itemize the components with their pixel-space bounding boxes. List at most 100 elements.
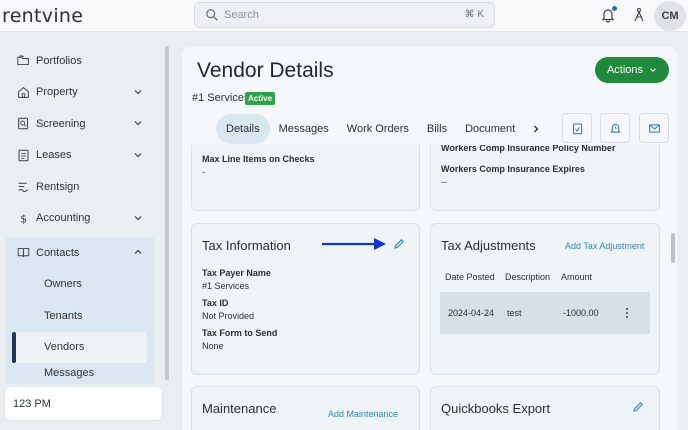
reminder-button[interactable]	[600, 113, 630, 143]
accessibility-icon[interactable]	[631, 7, 647, 23]
tax-adjustments-card: Tax Adjustments Add Tax Adjustment Date …	[430, 223, 660, 375]
add-maintenance-link[interactable]: Add Maintenance	[328, 409, 398, 419]
app-logo[interactable]: rentvine	[2, 5, 83, 27]
sidebar-item-label: Property	[36, 86, 78, 99]
sidebar-item-label: Rentsign	[36, 180, 80, 193]
add-tax-adjustment-link[interactable]: Add Tax Adjustment	[565, 241, 644, 251]
edit-pencil-icon[interactable]	[632, 401, 644, 413]
contacts-group: Contacts Owners Tenants Vendors Messages	[5, 237, 155, 384]
vendor-name: #1 Services	[192, 92, 250, 104]
task-button[interactable]	[562, 113, 592, 143]
house-icon	[18, 86, 29, 98]
search-box[interactable]: Search ⌘ K	[194, 2, 495, 28]
sidebar-item-label: Accounting	[36, 212, 91, 225]
cell-amount: -1000.00	[563, 308, 599, 318]
sidebar-scrollbar[interactable]	[165, 46, 169, 380]
sidebar-subitem-messages[interactable]: Messages	[5, 363, 155, 379]
envelope-icon	[648, 123, 660, 133]
top-bar: rentvine Search ⌘ K CM	[0, 0, 688, 32]
sidebar-item-screening[interactable]: Screening	[5, 108, 155, 140]
signature-icon	[18, 183, 28, 193]
field-label: Max Line Items on Checks	[202, 154, 315, 164]
screening-icon	[18, 117, 29, 130]
more-vertical-icon[interactable]	[623, 307, 631, 319]
column-header: Description	[505, 272, 551, 282]
tab-bar: Details Messages Work Orders Bills Docum…	[216, 114, 524, 144]
book-icon	[17, 248, 30, 258]
tab-documents[interactable]: Document	[456, 114, 524, 144]
cell-description: test	[507, 308, 522, 318]
cell-date: 2024-04-24	[448, 308, 495, 318]
sidebar-footer-box: 123 PM	[5, 387, 162, 420]
field-value: Not Provided	[202, 311, 255, 321]
sidebar-item-accounting[interactable]: $ Accounting	[5, 203, 155, 235]
chevron-right-icon[interactable]	[531, 124, 541, 134]
field-value: None	[202, 341, 224, 351]
tax-adjustments-table: Date Posted Description Amount 2024-04-2…	[440, 272, 650, 334]
annotation-arrow-icon	[322, 238, 386, 250]
search-shortcut: ⌘ K	[464, 9, 484, 20]
sidebar-item-portfolios[interactable]: Portfolios	[5, 45, 155, 77]
sidebar-item-leases[interactable]: Leases	[5, 140, 155, 172]
avatar[interactable]: CM	[654, 1, 686, 31]
actions-label: Actions	[606, 64, 644, 76]
email-button[interactable]	[639, 113, 669, 143]
document-icon	[18, 149, 29, 162]
field-label: Workers Comp Insurance Policy Number	[441, 145, 616, 153]
edit-pencil-icon[interactable]	[393, 238, 405, 250]
field-value: #1 Services	[202, 281, 250, 291]
chevron-down-icon	[134, 121, 142, 126]
sidebar-subitem-tenants[interactable]: Tenants	[5, 300, 155, 332]
search-placeholder: Search	[224, 9, 259, 21]
insurance-card: Workers Comp Insurance Policy Number Wor…	[430, 145, 660, 211]
main-scrollbar[interactable]	[671, 233, 675, 263]
tab-bills[interactable]: Bills	[418, 114, 456, 144]
clipboard-check-icon	[572, 123, 582, 134]
sidebar-subitem-vendors[interactable]: Vendors	[12, 331, 147, 363]
card-title: Quickbooks Export	[441, 401, 551, 416]
sidebar-item-label: Leases	[36, 149, 72, 162]
field-value: --	[441, 177, 447, 187]
page-title: Vendor Details	[197, 59, 334, 82]
table-row[interactable]: 2024-04-24 test -1000.00	[440, 292, 650, 334]
card-title: Tax Information	[202, 238, 291, 253]
sidebar-item-property[interactable]: Property	[5, 77, 155, 109]
tax-information-card: Tax Information Tax Payer Name #1 Servic…	[191, 223, 420, 375]
main-panel: Vendor Details #1 Services Active Action…	[182, 47, 677, 430]
chevron-down-icon	[134, 152, 142, 157]
search-icon	[206, 9, 218, 21]
sidebar-item-contacts[interactable]: Contacts	[5, 237, 155, 269]
field-label: Workers Comp Insurance Expires	[441, 164, 585, 174]
card-title: Tax Adjustments	[441, 238, 536, 253]
general-info-card: Max Line Items on Checks -	[191, 145, 420, 211]
tab-details[interactable]: Details	[216, 114, 270, 144]
quickbooks-export-card: Quickbooks Export	[430, 386, 660, 430]
field-label: Tax Payer Name	[202, 268, 271, 278]
card-title: Maintenance	[202, 401, 277, 416]
tab-messages[interactable]: Messages	[270, 114, 338, 144]
column-header: Date Posted	[445, 272, 495, 282]
table-header: Date Posted Description Amount	[440, 272, 650, 286]
sidebar-item-rentsign[interactable]: Rentsign	[5, 171, 155, 203]
chevron-down-icon	[134, 215, 142, 220]
notification-dot	[612, 6, 617, 11]
bell-clock-icon	[610, 123, 620, 133]
chevron-up-icon	[134, 249, 142, 254]
sidebar-item-label: Screening	[36, 117, 86, 130]
chevron-down-icon	[134, 89, 142, 94]
actions-button[interactable]: Actions	[595, 57, 669, 83]
sidebar-subitem-owners[interactable]: Owners	[5, 269, 155, 301]
chevron-down-icon	[650, 68, 656, 72]
dollar-icon: $	[20, 213, 27, 224]
status-badge: Active	[245, 92, 276, 105]
maintenance-card: Maintenance Add Maintenance	[191, 386, 420, 430]
svg-text:$: $	[20, 213, 27, 224]
field-label: Tax ID	[202, 298, 229, 308]
tab-work-orders[interactable]: Work Orders	[338, 114, 418, 144]
field-value: -	[202, 167, 205, 177]
folders-icon	[17, 55, 29, 66]
sidebar-item-label: Portfolios	[36, 54, 82, 67]
sidebar: Portfolios Property Screening Leases Ren…	[0, 33, 170, 430]
sidebar-item-label: Contacts	[36, 246, 80, 259]
field-label: Tax Form to Send	[202, 328, 278, 338]
